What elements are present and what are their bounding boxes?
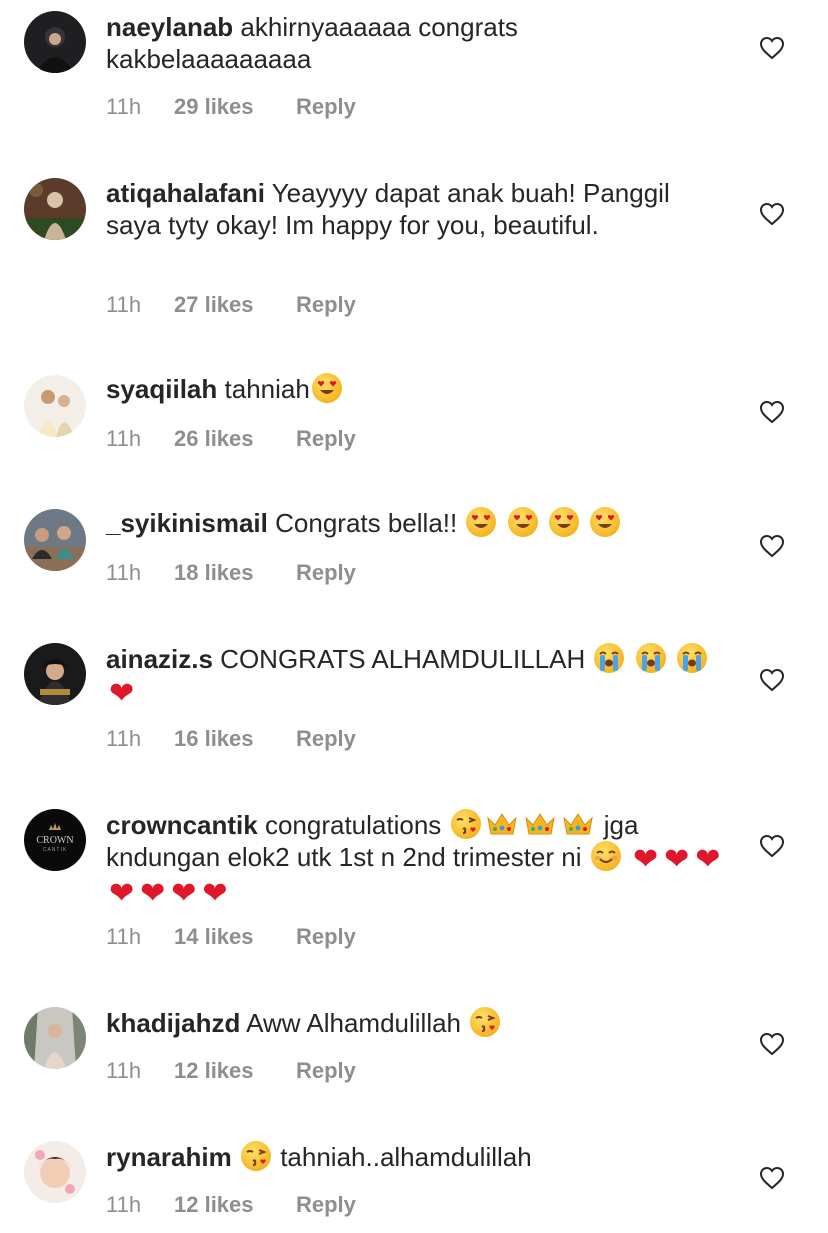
- avatar[interactable]: [24, 178, 86, 240]
- comment-likes[interactable]: 26 likes: [174, 426, 296, 452]
- reply-button[interactable]: Reply: [296, 292, 356, 318]
- crown-logo-subtext: CANTIK: [43, 847, 67, 853]
- comment-meta: 11h 14 likes Reply: [106, 924, 356, 950]
- comment-time: 11h: [106, 292, 142, 317]
- comment-text: atiqahalafani Yeayyyy dapat anak buah! P…: [106, 177, 726, 241]
- reply-button[interactable]: Reply: [296, 426, 356, 452]
- reply-button[interactable]: Reply: [296, 94, 356, 120]
- avatar[interactable]: [24, 375, 86, 437]
- comment-likes[interactable]: 27 likes: [174, 292, 296, 318]
- comment-time: 11h: [106, 426, 142, 451]
- crown-emoji: [486, 813, 517, 835]
- comment-body: CONGRATS ALHAMDULILLAH: [220, 644, 586, 674]
- avatar[interactable]: [24, 1007, 86, 1069]
- face-blowing-kiss-emoji: [450, 809, 481, 839]
- comment-username[interactable]: ainaziz.s: [106, 644, 213, 674]
- heart-eyes-emoji: [548, 507, 579, 537]
- comment-body: congratulations: [264, 810, 442, 840]
- red-heart-emoji: ❤: [109, 876, 135, 911]
- red-heart-emoji: ❤: [632, 842, 659, 877]
- comment-likes[interactable]: 16 likes: [174, 726, 296, 752]
- red-heart-emoji: ❤: [695, 842, 721, 877]
- comment-username[interactable]: _syikinismail: [106, 508, 268, 538]
- comment-text: crowncantik congratulations jga kndungan…: [106, 809, 726, 909]
- comment-likes[interactable]: 18 likes: [174, 560, 296, 586]
- reply-button[interactable]: Reply: [296, 1058, 356, 1084]
- red-heart-emoji: ❤: [202, 876, 228, 911]
- heart-outline-icon[interactable]: [759, 1032, 785, 1056]
- red-heart-emoji: ❤: [140, 876, 166, 911]
- crown-logo-text: CROWN: [36, 835, 73, 846]
- comment-body: Congrats bella!!: [275, 508, 458, 538]
- comment-time: 11h: [106, 94, 142, 119]
- heart-outline-icon[interactable]: [759, 668, 785, 692]
- comment-username[interactable]: khadijahzd: [106, 1008, 240, 1038]
- avatar[interactable]: CROWN CANTIK: [24, 809, 86, 871]
- face-blowing-kiss-emoji: [240, 1141, 271, 1171]
- comment-likes[interactable]: 29 likes: [174, 94, 296, 120]
- avatar[interactable]: [24, 1141, 86, 1203]
- comment-likes[interactable]: 12 likes: [174, 1058, 296, 1084]
- loudly-crying-emoji: [635, 643, 666, 673]
- red-heart-emoji: ❤: [664, 842, 690, 877]
- comment-likes[interactable]: 14 likes: [174, 924, 296, 950]
- comment-time: 11h: [106, 560, 142, 585]
- heart-eyes-emoji: [311, 373, 342, 403]
- comment-time: 11h: [106, 924, 142, 949]
- comment-likes[interactable]: 12 likes: [174, 1192, 296, 1218]
- avatar[interactable]: [24, 509, 86, 571]
- comment-meta: 11h 12 likes Reply: [106, 1192, 356, 1218]
- comment-time: 11h: [106, 1058, 142, 1083]
- red-heart-emoji: ❤: [109, 676, 135, 711]
- comment-meta: 11h 18 likes Reply: [106, 560, 356, 586]
- heart-outline-icon[interactable]: [759, 202, 785, 226]
- red-heart-emoji: ❤: [171, 876, 197, 911]
- comment-meta: 11h 26 likes Reply: [106, 426, 356, 452]
- comment-text: syaqiilah tahniah: [106, 373, 726, 405]
- comment-username[interactable]: naeylanab: [106, 12, 233, 42]
- avatar[interactable]: [24, 643, 86, 705]
- comment-text: rynarahim tahniah..alhamdulillah: [106, 1141, 726, 1173]
- heart-outline-icon[interactable]: [759, 1166, 785, 1190]
- reply-button[interactable]: Reply: [296, 1192, 356, 1218]
- face-blowing-kiss-emoji: [470, 1007, 501, 1037]
- reply-button[interactable]: Reply: [296, 924, 356, 950]
- comment-username[interactable]: syaqiilah: [106, 374, 217, 404]
- crown-emoji: [562, 813, 593, 835]
- reply-button[interactable]: Reply: [296, 560, 356, 586]
- crown-emoji: [524, 813, 555, 835]
- comment-body: tahniah..alhamdulillah: [280, 1142, 532, 1172]
- comment-body: tahniah: [224, 374, 310, 404]
- comment-meta: 11h 16 likes Reply: [106, 726, 356, 752]
- avatar[interactable]: [24, 11, 86, 73]
- comment-username[interactable]: rynarahim: [106, 1142, 232, 1172]
- heart-eyes-emoji: [466, 507, 497, 537]
- loudly-crying-emoji: [594, 643, 625, 673]
- heart-outline-icon[interactable]: [759, 400, 785, 424]
- comment-text: ainaziz.s CONGRATS ALHAMDULILLAH ❤: [106, 643, 726, 709]
- comment-meta: 11h 12 likes Reply: [106, 1058, 356, 1084]
- comment-text: naeylanab akhirnyaaaaaa congrats kakbela…: [106, 11, 726, 75]
- comment-time: 11h: [106, 1192, 142, 1217]
- heart-eyes-emoji: [507, 507, 538, 537]
- smiling-face-emoji: [590, 841, 621, 871]
- comment-time: 11h: [106, 726, 142, 751]
- comment-meta: 11h 29 likes Reply: [106, 94, 356, 120]
- comment-meta: 11h 27 likes Reply: [106, 292, 356, 318]
- comment-username[interactable]: atiqahalafani: [106, 178, 265, 208]
- comment-username[interactable]: crowncantik: [106, 810, 258, 840]
- heart-outline-icon[interactable]: [759, 834, 785, 858]
- heart-outline-icon[interactable]: [759, 36, 785, 60]
- loudly-crying-emoji: [676, 643, 707, 673]
- heart-outline-icon[interactable]: [759, 534, 785, 558]
- reply-button[interactable]: Reply: [296, 726, 356, 752]
- comment-body: Aww Alhamdulillah: [246, 1008, 462, 1038]
- comment-text: khadijahzd Aww Alhamdulillah: [106, 1007, 726, 1039]
- heart-eyes-emoji: [590, 507, 621, 537]
- comment-text: _syikinismail Congrats bella!!: [106, 507, 726, 539]
